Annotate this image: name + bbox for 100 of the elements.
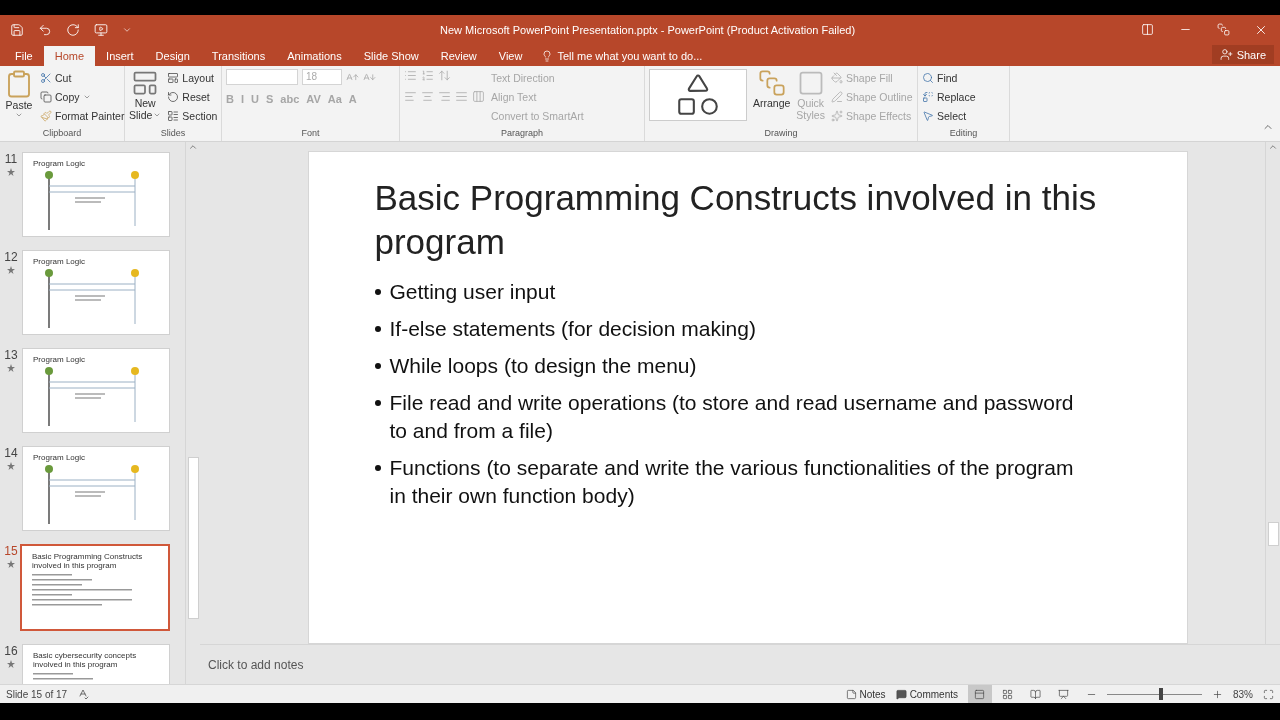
slide-thumbnail[interactable]: Basic Programming Constructs involved in this program — [20, 544, 170, 631]
group-label: Clipboard — [41, 128, 83, 140]
thumbnail-title: Basic cybersecurity concepts involved in this program — [32, 650, 138, 671]
editing-button[interactable]: Find — [922, 69, 976, 86]
note-icon — [845, 688, 857, 700]
cut-button[interactable]: Cut — [40, 69, 125, 86]
justify-icon[interactable] — [455, 90, 468, 103]
user-plus-icon — [1219, 48, 1233, 61]
bullet-point: Functions (to separate and write the various functionalities of the program in their own function body) — [389, 455, 1075, 509]
thumbnail-title: Program Logic — [32, 354, 87, 366]
grid-icon — [1002, 688, 1014, 700]
share-button[interactable]: Share — [1211, 45, 1274, 64]
close-icon[interactable] — [1254, 23, 1268, 37]
columns-icon[interactable] — [472, 90, 485, 103]
ribbon-options-icon[interactable] — [1140, 23, 1154, 36]
ribbon-tab[interactable]: Animations — [276, 46, 353, 66]
group-label: Editing — [948, 128, 979, 140]
search-icon — [922, 71, 934, 84]
star-icon — [7, 660, 15, 668]
paste-button[interactable]: Paste — [4, 69, 34, 128]
slide-number: 14 — [4, 446, 18, 460]
ribbon-tab[interactable]: Review — [429, 46, 488, 66]
reset-button[interactable]: Reset — [167, 88, 218, 105]
slide-thumbnail[interactable]: Program Logic — [22, 152, 170, 237]
ribbon-tab[interactable]: Insert — [95, 46, 145, 66]
slide-thumbnail[interactable]: Program Logic — [22, 250, 170, 335]
align-left-icon[interactable] — [404, 90, 417, 103]
copy-button[interactable]: Copy — [40, 88, 125, 105]
slide-thumbnail[interactable]: Basic cybersecurity concepts involved in this program — [22, 644, 170, 684]
align-right-icon[interactable] — [438, 90, 451, 103]
slide-thumbnail[interactable]: Program Logic — [22, 348, 170, 433]
ribbon-tab[interactable]: Slide Show — [352, 46, 430, 66]
scrollbar-thumb[interactable] — [1267, 522, 1279, 546]
numbering-icon[interactable] — [421, 69, 434, 82]
editing-button[interactable]: Select — [922, 107, 976, 124]
stacked-squares-icon — [757, 69, 786, 97]
notes-placeholder[interactable]: Click to add notes — [208, 657, 304, 672]
ribbon-tab[interactable]: View — [487, 46, 534, 66]
zoom-level[interactable]: 83% — [1233, 688, 1253, 700]
section-icon — [167, 109, 180, 122]
shapes-gallery-icon[interactable] — [649, 69, 747, 121]
slide-thumbnail[interactable]: Program Logic — [22, 446, 170, 531]
undo-icon[interactable] — [38, 23, 52, 37]
slide-scrollbar[interactable] — [1265, 142, 1280, 644]
redo-icon[interactable] — [66, 23, 80, 37]
tell-me-field[interactable]: Tell me what you want to do... — [557, 50, 703, 62]
ribbon-tab[interactable]: File — [4, 46, 44, 66]
editing-button[interactable]: Replace — [922, 88, 976, 105]
ribbon-tab[interactable]: Home — [43, 46, 96, 66]
new-slide-button[interactable]: New Slide — [129, 69, 162, 128]
restore-icon[interactable] — [1216, 23, 1230, 36]
slide-counter: Slide 15 of 17 — [6, 688, 68, 700]
bullet-dot-icon — [374, 465, 381, 471]
layout-button[interactable]: Layout — [167, 69, 218, 86]
bullet-dot-icon — [374, 289, 381, 295]
format-painter-button[interactable]: Format Painter — [40, 107, 125, 124]
spellcheck-icon[interactable] — [77, 688, 90, 700]
replace-icon — [922, 90, 934, 103]
fit-slide-icon[interactable] — [1263, 688, 1274, 700]
star-icon — [7, 364, 15, 372]
presentation-icon — [1058, 688, 1070, 700]
slide-title: Basic Programming Constructs involved in this program — [374, 177, 1098, 263]
copy-icon — [40, 90, 52, 103]
zoom-in-icon[interactable] — [1212, 688, 1223, 700]
ribbon-tab[interactable]: Transitions — [200, 46, 277, 66]
bullet-lines-drawing — [33, 673, 93, 681]
thumbnail-title: Program Logic — [32, 452, 87, 464]
section-button[interactable]: Section — [167, 107, 218, 124]
slideshow-icon[interactable] — [94, 23, 108, 37]
bullet-dot-icon — [374, 363, 381, 369]
comments-button[interactable]: Comments — [895, 685, 958, 703]
notes-button[interactable]: Notes — [845, 685, 886, 703]
slide-canvas[interactable] — [307, 151, 1188, 644]
bullet-point: If-else statements (for decision making) — [389, 316, 756, 342]
sparkles-icon — [830, 109, 843, 122]
thumbnail-scrollbar[interactable] — [185, 142, 200, 684]
thumbnail-title: Basic Programming Constructs involved in this program — [31, 551, 144, 572]
caret-icon[interactable] — [122, 25, 132, 35]
bullets-icon[interactable] — [404, 69, 417, 82]
bullet-point: Getting user input — [389, 279, 556, 305]
font-name-field[interactable] — [226, 69, 298, 85]
book-icon — [1030, 688, 1042, 700]
scrollbar-thumb[interactable] — [187, 457, 199, 619]
slide-number: 13 — [4, 348, 18, 362]
slide-number: 16 — [4, 644, 18, 658]
window-title: New Microsoft PowerPoint Presentation.pptx - PowerPoint (Product Activation Failed) — [440, 24, 857, 36]
speech-bubble-icon — [895, 688, 907, 700]
star-icon — [7, 560, 15, 568]
slide-number: 12 — [4, 250, 18, 264]
line-spacing-icon[interactable] — [438, 69, 451, 82]
bullet-point: While loops (to design the menu) — [389, 353, 697, 379]
group-label: Font — [300, 128, 321, 140]
arrange-button[interactable]: Arrange — [753, 69, 791, 128]
ribbon-tab[interactable]: Design — [144, 46, 201, 66]
group-label: Drawing — [763, 128, 799, 140]
align-center-icon[interactable] — [421, 90, 434, 103]
view-button[interactable] — [968, 685, 992, 703]
pointer-icon — [922, 109, 934, 122]
save-icon[interactable] — [10, 23, 24, 37]
zoom-slider-thumb[interactable] — [1159, 688, 1164, 700]
